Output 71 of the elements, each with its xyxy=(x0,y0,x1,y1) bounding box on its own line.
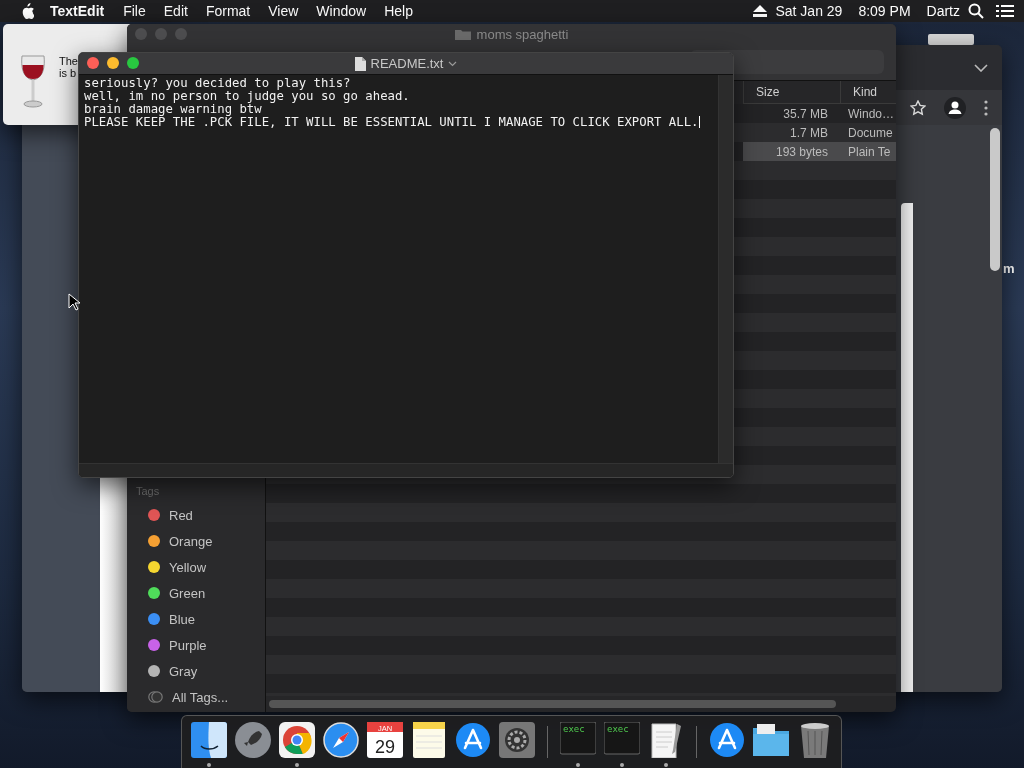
dialog-text: is b xyxy=(59,67,78,79)
terminal-icon[interactable]: exec xyxy=(559,722,596,758)
gear-icon[interactable] xyxy=(498,722,535,758)
menu-item[interactable]: Window xyxy=(307,3,376,19)
table-cell-text: Docume xyxy=(847,125,894,140)
sidebar-item[interactable]: Purple xyxy=(127,632,265,658)
list-icon[interactable] xyxy=(996,4,1014,18)
menu-date[interactable]: Sat Jan 29 xyxy=(767,3,851,19)
scroll-bar[interactable] xyxy=(718,75,733,463)
file-row[interactable]: 1.7 MB Docume xyxy=(743,123,896,142)
window-title[interactable]: README.txt xyxy=(370,56,444,71)
chevron-down-icon[interactable] xyxy=(448,60,458,67)
terminal-icon[interactable]: exec xyxy=(603,722,640,758)
apple-icon[interactable] xyxy=(20,3,34,19)
menu-clock[interactable]: 8:09 PM xyxy=(850,3,919,19)
sidebar-item[interactable]: Red xyxy=(127,502,265,528)
pointer-icon xyxy=(68,293,80,311)
desktop-icon-label[interactable]: m xyxy=(1003,261,1015,276)
app-menu[interactable]: TextEdit xyxy=(34,3,115,19)
menu-item[interactable]: Edit xyxy=(154,3,197,19)
menu-item[interactable]: File xyxy=(114,3,155,19)
notes-icon[interactable] xyxy=(410,722,447,758)
table-cell-text: 35.7 MB xyxy=(782,106,829,121)
table-cell-text: Windo… xyxy=(847,106,895,121)
document-icon xyxy=(354,56,366,71)
sidebar-item[interactable]: Blue xyxy=(127,606,265,632)
app-store-icon[interactable] xyxy=(454,722,491,758)
star-icon[interactable] xyxy=(910,99,926,116)
scroll-bar[interactable] xyxy=(269,700,836,708)
text-cursor xyxy=(699,116,701,128)
table-cell-text: Plain Te xyxy=(847,144,892,159)
more-icon[interactable] xyxy=(984,99,988,116)
dialog-text: The xyxy=(59,55,78,67)
menu-item[interactable]: Format xyxy=(196,3,260,19)
text-line: seriously? you decided to play this? xyxy=(84,77,352,90)
table-cell-text: 193 bytes xyxy=(774,144,829,159)
window-button[interactable] xyxy=(127,57,139,69)
sidebar-item[interactable]: Orange xyxy=(127,528,265,554)
app-store-icon[interactable] xyxy=(708,722,745,758)
finder-icon[interactable] xyxy=(190,722,227,758)
chrome-icon[interactable] xyxy=(278,722,315,758)
eject-icon[interactable] xyxy=(753,5,768,17)
column-header[interactable]: Kind xyxy=(840,81,896,103)
profile-icon[interactable] xyxy=(944,96,966,119)
folder-icon[interactable] xyxy=(752,722,789,758)
text-line: PLEASE KEEP THE .PCK FILE, IT WILL BE ESSENTIAL UNTIL I MANAGE TO CLICK EXPORT ALL. xyxy=(84,116,702,129)
user-name[interactable]: Dartz xyxy=(918,3,968,19)
window-title: moms spaghetti xyxy=(476,26,569,42)
text-line: brain damage warning btw xyxy=(84,103,262,116)
text-line: well, im no person to judge you so go ahead. xyxy=(84,90,411,103)
sidebar-item[interactable]: All Tags... xyxy=(127,684,265,710)
sidebar-item[interactable]: Yellow xyxy=(127,554,265,580)
tags-icon xyxy=(148,691,163,703)
table-cell-text: 1.7 MB xyxy=(789,125,829,140)
file-row[interactable]: 193 bytes Plain Te xyxy=(743,142,896,161)
column-header[interactable]: Size xyxy=(743,81,840,103)
rocket-icon[interactable] xyxy=(234,722,271,758)
text-view[interactable]: seriously? you decided to play this? well, im no person to judge you so go ahead. brain damage warning btw PLEASE KEEP THE .PCK FILE, IT WILL BE ESSENTIAL UNTIL I MANAGE TO CLICK EXPORT ALL. xyxy=(79,75,733,463)
sidebar-item[interactable]: Green xyxy=(127,580,265,606)
file-row[interactable]: 35.7 MB Windo… xyxy=(743,104,896,123)
chevron-down-icon[interactable] xyxy=(974,63,988,72)
window-button[interactable] xyxy=(107,57,119,69)
window-button[interactable] xyxy=(87,57,99,69)
folder-icon xyxy=(454,28,471,40)
search-icon[interactable] xyxy=(968,3,984,19)
sidebar-item[interactable]: Gray xyxy=(127,658,265,684)
wine-glass-icon xyxy=(19,54,47,110)
scroll-bar[interactable] xyxy=(990,128,1000,271)
menu-item[interactable]: View xyxy=(259,3,308,19)
compass-icon[interactable] xyxy=(322,722,359,758)
menu-item[interactable]: Help xyxy=(375,3,422,19)
